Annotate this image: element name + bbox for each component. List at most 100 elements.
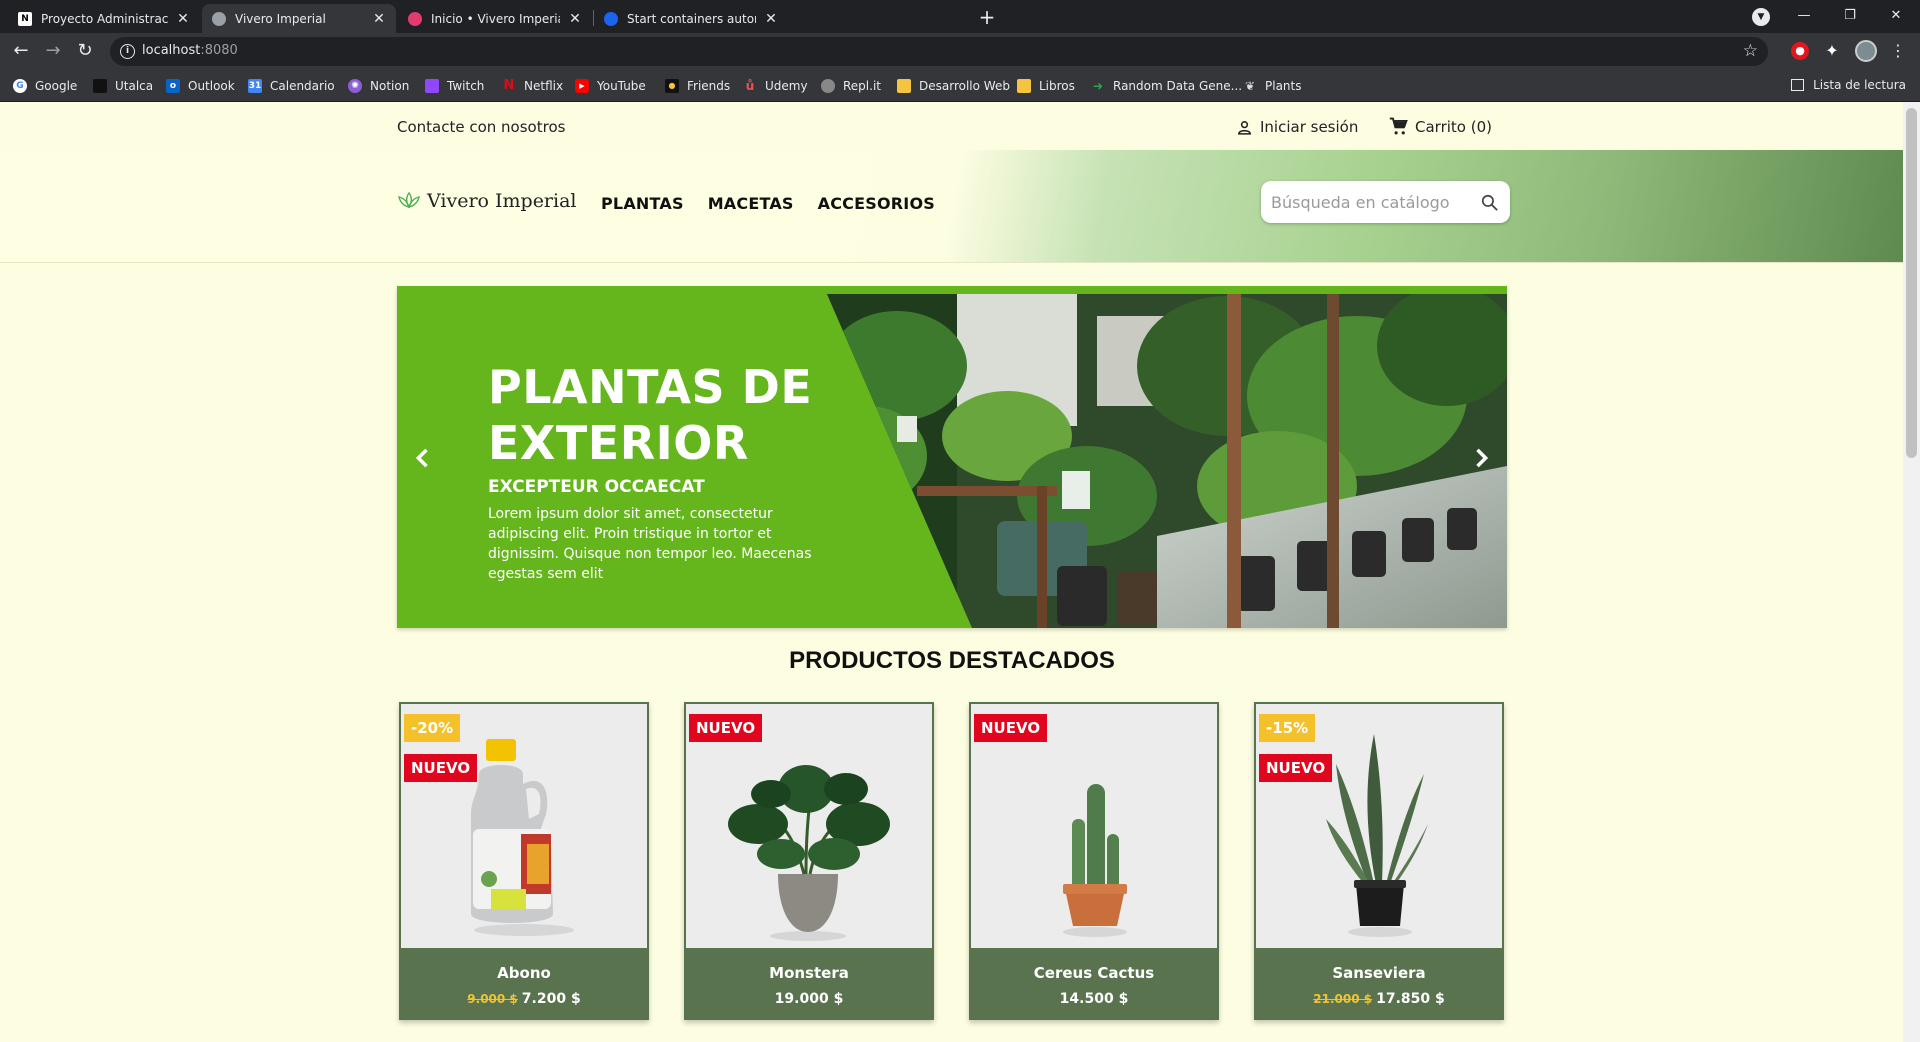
product-name[interactable]: Monstera (686, 964, 932, 982)
new-badge: NUEVO (689, 714, 763, 742)
bookmark-random-data[interactable]: ➜ Random Data Gene... (1091, 78, 1242, 94)
bookmark-label: YouTube (597, 79, 646, 93)
close-tab-icon[interactable]: ✕ (764, 11, 778, 27)
restore-button[interactable]: ❐ (1827, 0, 1873, 33)
scrollbar-thumb[interactable] (1906, 108, 1917, 458)
browser-toolbar: ← → ↻ i localhost:8080 ☆ ● ✦ ⋮ (0, 33, 1920, 70)
bookmark-utalca[interactable]: Utalca (93, 78, 153, 94)
login-label: Iniciar sesión (1260, 118, 1359, 136)
url-text[interactable]: localhost:8080 (142, 43, 238, 58)
tab-title: Inicio • Vivero Imperial (431, 11, 560, 26)
bookmark-netflix[interactable]: N Netflix (502, 78, 564, 94)
reading-list[interactable]: Lista de lectura (1791, 78, 1906, 92)
menu-macetas[interactable]: MACETAS (708, 194, 794, 213)
info-icon[interactable]: i (120, 44, 135, 59)
product-name[interactable]: Cereus Cactus (971, 964, 1217, 982)
tab-inicio[interactable]: Inicio • Vivero Imperial ✕ (398, 4, 592, 33)
bookmarks-bar: G Google Utalca o Outlook 31 Calendario ✺ No… (0, 70, 1920, 102)
chevron-left-icon[interactable] (409, 444, 437, 472)
cart-label: Carrito (0) (1415, 117, 1492, 136)
bookmark-label: Calendario (270, 79, 335, 93)
product-info: Abono 9.000 $7.200 $ (401, 948, 647, 1018)
minimize-button[interactable]: — (1781, 0, 1827, 33)
page-scrollbar[interactable] (1903, 102, 1920, 1042)
address-bar[interactable]: i localhost:8080 ☆ (110, 37, 1768, 66)
product-name[interactable]: Abono (401, 964, 647, 982)
product-price: 17.850 $ (1376, 991, 1445, 1007)
close-tab-icon[interactable]: ✕ (176, 11, 190, 27)
outlook-icon: o (166, 79, 180, 93)
bookmark-libros[interactable]: Libros (1017, 78, 1075, 94)
top-bar: Contacte con nosotros Iniciar sesión Car… (0, 102, 1903, 150)
close-tab-icon[interactable]: ✕ (568, 11, 582, 27)
main-menu: PLANTAS MACETAS ACCESORIOS (601, 194, 959, 213)
forward-arrow-icon[interactable]: → (41, 39, 65, 63)
reading-list-label: Lista de lectura (1813, 78, 1906, 92)
bookmark-label: Plants (1265, 79, 1302, 93)
product-info: Cereus Cactus 14.500 $ (971, 948, 1217, 1018)
bookmark-google[interactable]: G Google (13, 78, 77, 94)
folder-icon (897, 79, 911, 93)
cart-icon (1389, 117, 1408, 135)
bookmark-label: Udemy (765, 79, 808, 93)
hero-caption: PLANTAS DE EXTERIOR EXCEPTEUR OCCAECAT L… (488, 359, 828, 584)
product-name[interactable]: Sanseviera (1256, 964, 1502, 982)
docker-icon (604, 11, 618, 26)
new-tab-button[interactable]: + (975, 6, 999, 30)
globe-icon (212, 11, 226, 26)
bookmark-calendario[interactable]: 31 Calendario (248, 78, 335, 94)
close-tab-icon[interactable]: ✕ (372, 11, 386, 27)
bookmark-udemy[interactable]: ů Udemy (743, 78, 808, 94)
bookmark-friends[interactable]: ● Friends (665, 78, 730, 94)
bookmark-replit[interactable]: Repl.it (821, 78, 881, 94)
bookmark-label: Notion (370, 79, 410, 93)
bookmark-label: Random Data Gene... (1113, 79, 1243, 93)
plant-icon: ❦ (1244, 79, 1256, 93)
calendar-icon: 31 (248, 79, 262, 93)
search-input[interactable] (1271, 191, 1471, 213)
browser-menu-icon[interactable]: ⋮ (1889, 42, 1907, 60)
netflix-icon: N (503, 78, 515, 93)
old-price: 21.000 $ (1313, 992, 1373, 1006)
product-price: 7.200 $ (521, 991, 581, 1007)
bookmark-star-icon[interactable]: ☆ (1743, 41, 1758, 61)
reading-list-icon (1791, 79, 1805, 91)
discount-badge: -15% (1259, 714, 1316, 742)
tab-title: Vivero Imperial (235, 11, 326, 26)
tab-search-icon[interactable]: ▼ (1752, 8, 1770, 26)
tab-title: Proyecto Administración de Redes (41, 11, 168, 26)
product-info: Monstera 19.000 $ (686, 948, 932, 1018)
cart-link[interactable]: Carrito (0) (1389, 117, 1492, 136)
menu-plantas[interactable]: PLANTAS (601, 194, 684, 213)
contact-link[interactable]: Contacte con nosotros (397, 118, 565, 136)
bookmark-plants[interactable]: ❦ Plants (1243, 78, 1302, 94)
bookmark-twitch[interactable]: Twitch (425, 78, 484, 94)
profile-avatar[interactable] (1855, 40, 1877, 62)
search-icon[interactable] (1480, 193, 1499, 212)
extensions-puzzle-icon[interactable]: ✦ (1823, 42, 1841, 60)
bookmark-label: Repl.it (843, 79, 881, 93)
menu-accesorios[interactable]: ACCESORIOS (818, 194, 935, 213)
bookmark-desarrollo-web[interactable]: Desarrollo Web (897, 78, 1010, 94)
login-link[interactable]: Iniciar sesión (1236, 118, 1358, 136)
product-card-sanseviera[interactable]: -15% NUEVO Sanseviera 21.000 $17.850 $ (1254, 702, 1504, 1020)
chevron-right-icon[interactable] (1467, 444, 1495, 472)
reload-icon[interactable]: ↻ (73, 39, 97, 63)
twitch-icon (425, 79, 439, 93)
bookmark-youtube[interactable]: ▶ YouTube (575, 78, 646, 94)
site-header: Vivero Imperial PLANTAS MACETAS ACCESORI… (0, 150, 1903, 263)
tab-docker[interactable]: Start containers automatically | D ✕ (594, 4, 788, 33)
tab-proyecto[interactable]: N Proyecto Administración de Redes ✕ (8, 4, 200, 33)
product-card-cereus-cactus[interactable]: NUEVO Cereus Cactus 14.500 $ (969, 702, 1219, 1020)
hero-carousel: PLANTAS DE EXTERIOR EXCEPTEUR OCCAECAT L… (397, 286, 1507, 628)
product-price: 14.500 $ (1059, 991, 1129, 1007)
product-card-abono[interactable]: -20% NUEVO Abono 9.000 $7.200 $ (399, 702, 649, 1020)
close-window-button[interactable]: ✕ (1873, 0, 1919, 33)
tab-vivero-imperial[interactable]: Vivero Imperial ✕ (202, 4, 396, 33)
product-card-monstera[interactable]: NUEVO Monstera 19.000 $ (684, 702, 934, 1020)
bookmark-notion[interactable]: ✺ Notion (348, 78, 409, 94)
back-arrow-icon[interactable]: ← (9, 39, 33, 63)
bookmark-outlook[interactable]: o Outlook (166, 78, 235, 94)
extension-red-icon[interactable]: ● (1791, 42, 1809, 60)
brand-logo[interactable]: Vivero Imperial (397, 190, 577, 212)
